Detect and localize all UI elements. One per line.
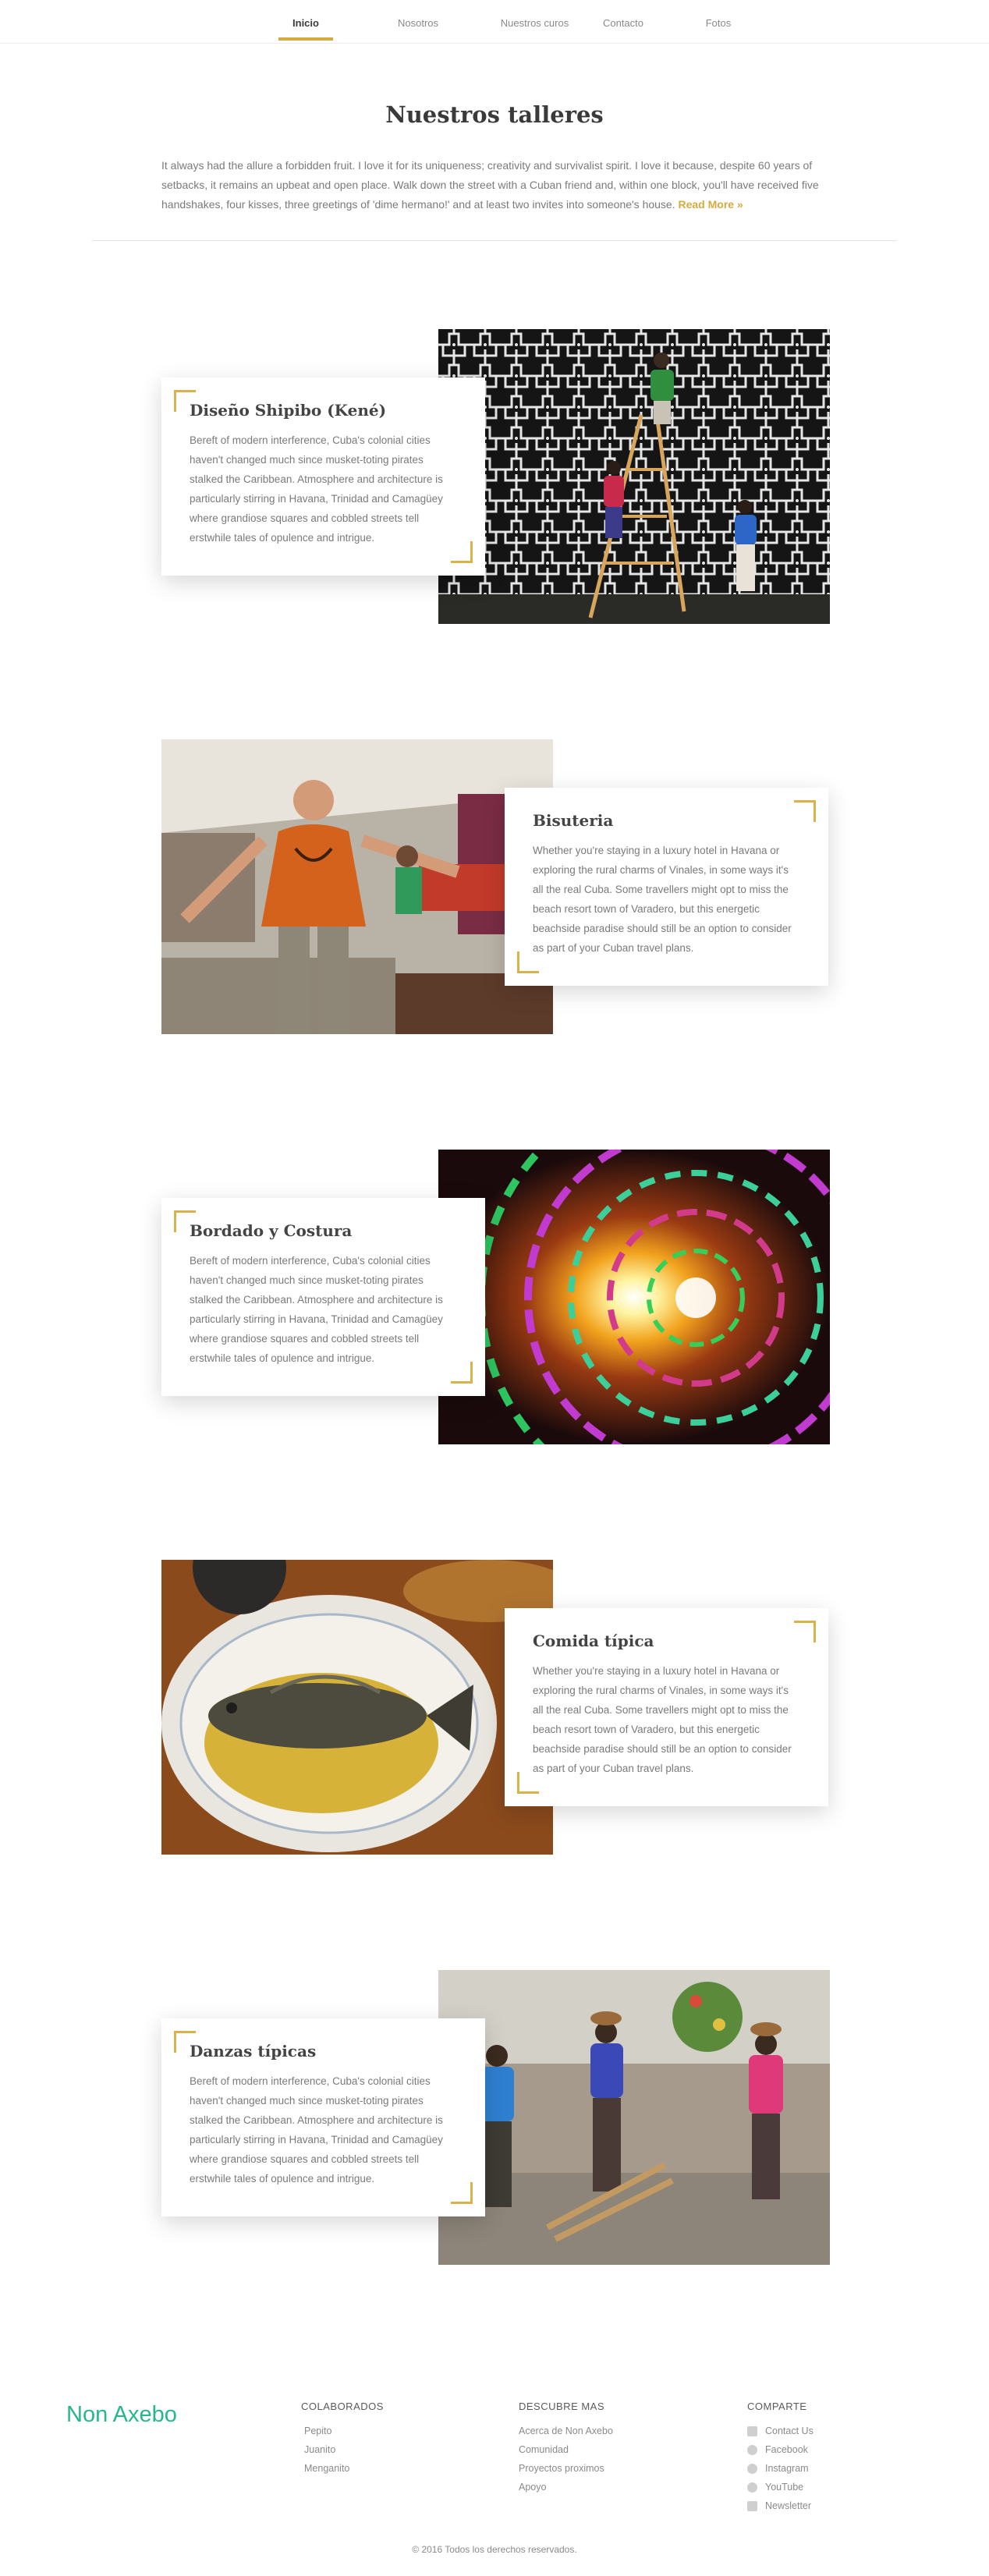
workshop-card: Bordado y Costura Bereft of modern inter… — [161, 1198, 485, 1396]
footer-heading: DESCUBRE MAS — [519, 2401, 605, 2412]
intro-text: It always had the allure a forbidden fru… — [161, 156, 828, 214]
page-title: Nuestros talleres — [385, 101, 604, 128]
workshop-description: Bereft of modern interference, Cuba's co… — [190, 434, 443, 544]
footer-link[interactable]: Menganito — [301, 2459, 384, 2478]
workshop-card: Bisuteria Whether you're staying in a lu… — [505, 788, 828, 986]
nav-active-indicator — [278, 37, 333, 41]
corner-accent — [174, 390, 196, 412]
corner-accent — [451, 541, 473, 563]
social-label: Newsletter — [765, 2500, 812, 2511]
workshop-title: Danzas típicas — [190, 2042, 317, 2060]
nav-item-nuestros-curos[interactable]: Nuestros curos — [494, 17, 576, 44]
workshop-card: Diseño Shipibo (Kené) Bereft of modern i… — [161, 377, 485, 576]
social-link-newsletter[interactable]: Newsletter — [747, 2496, 814, 2515]
copyright: © 2016 Todos los derechos reservados. — [412, 2544, 577, 2555]
social-link-youtube[interactable]: YouTube — [747, 2478, 814, 2496]
nav-item-contacto[interactable]: Contacto — [596, 17, 650, 44]
workshop-title: Diseño Shipibo (Kené) — [190, 401, 387, 420]
footer-link[interactable]: Comunidad — [519, 2440, 613, 2459]
workshop-card: Comida típica Whether you're staying in … — [505, 1608, 828, 1806]
workshop-title: Bisuteria — [533, 811, 614, 830]
mail-icon — [747, 2500, 757, 2511]
corner-accent — [451, 1362, 473, 1384]
workshop-title: Bordado y Costura — [190, 1221, 353, 1240]
footer-link[interactable]: Acerca de Non Axebo — [519, 2422, 613, 2440]
footer-brand[interactable]: Non Axebo — [66, 2402, 177, 2428]
workshop-description: Bereft of modern interference, Cuba's co… — [190, 2075, 443, 2184]
social-link-contact[interactable]: Contact Us — [747, 2422, 814, 2440]
social-label: Instagram — [765, 2463, 809, 2474]
social-link-facebook[interactable]: Facebook — [747, 2440, 814, 2459]
painting-mural-photo — [438, 329, 830, 624]
footer-col-colaborados: COLABORADOS Pepito Juanito Menganito — [301, 2401, 384, 2478]
social-link-instagram[interactable]: Instagram — [747, 2459, 814, 2478]
corner-accent — [451, 2182, 473, 2204]
footer-link[interactable]: Proyectos proximos — [519, 2459, 613, 2478]
read-more-link[interactable]: Read More » — [679, 198, 743, 211]
workshop-description: Whether you're staying in a luxury hotel… — [533, 1665, 792, 1774]
workshop-title: Comida típica — [533, 1632, 654, 1650]
nav-item-nosotros[interactable]: Nosotros — [387, 17, 449, 44]
social-label: Contact Us — [765, 2425, 814, 2436]
nav-item-fotos[interactable]: Fotos — [694, 17, 743, 44]
corner-accent — [794, 800, 816, 822]
footer-col-descubre: DESCUBRE MAS Acerca de Non Axebo Comunid… — [519, 2401, 613, 2496]
workshop-section-kene: Diseño Shipibo (Kené) Bereft of modern i… — [0, 329, 989, 625]
footer-link[interactable]: Juanito — [301, 2440, 384, 2459]
psychedelic-pattern-photo — [438, 1150, 830, 1444]
social-label: Facebook — [765, 2444, 808, 2455]
footer-heading: COMPARTE — [747, 2401, 807, 2412]
footer-heading: COLABORADOS — [301, 2401, 384, 2412]
instagram-icon — [747, 2463, 757, 2474]
footer-col-comparte: COMPARTE Contact Us Facebook Instagram Y… — [747, 2401, 814, 2515]
workshop-section-bordado: Bordado y Costura Bereft of modern inter… — [0, 1150, 989, 1446]
workshop-section-danzas: Danzas típicas Bereft of modern interfer… — [0, 1970, 989, 2266]
corner-accent — [517, 951, 539, 973]
footer-link[interactable]: Apoyo — [519, 2478, 613, 2496]
chat-icon — [747, 2425, 757, 2436]
social-label: YouTube — [765, 2482, 804, 2493]
fish-dish-photo — [161, 1560, 553, 1855]
workshop-description: Bereft of modern interference, Cuba's co… — [190, 1255, 443, 1364]
corner-accent — [517, 1772, 539, 1794]
youtube-icon — [747, 2482, 757, 2493]
corner-accent — [174, 2031, 196, 2053]
facebook-icon — [747, 2444, 757, 2455]
workshop-section-bisuteria: Bisuteria Whether you're staying in a lu… — [0, 739, 989, 1036]
market-vendor-photo — [161, 739, 553, 1034]
workshop-card: Danzas típicas Bereft of modern interfer… — [161, 2018, 485, 2216]
corner-accent — [174, 1210, 196, 1232]
corner-accent — [794, 1621, 816, 1642]
dancers-photo — [438, 1970, 830, 2265]
workshop-description: Whether you're staying in a luxury hotel… — [533, 845, 792, 954]
workshop-section-comida: Comida típica Whether you're staying in … — [0, 1560, 989, 1856]
section-divider — [92, 240, 897, 241]
top-nav: Inicio Nosotros Nuestros curos Contacto … — [0, 0, 989, 44]
footer-link[interactable]: Pepito — [301, 2422, 384, 2440]
